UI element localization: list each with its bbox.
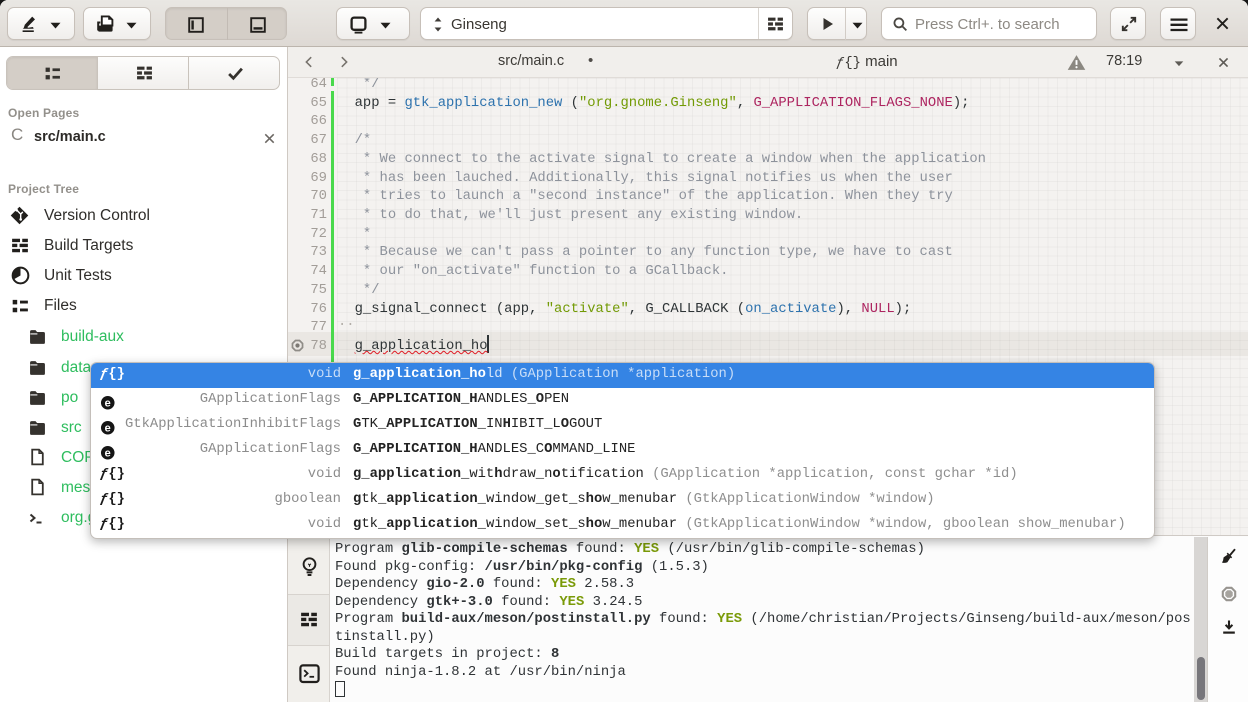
svg-text:e: e — [105, 424, 111, 436]
svg-text:e: e — [105, 449, 111, 461]
svg-text:e: e — [105, 399, 111, 411]
